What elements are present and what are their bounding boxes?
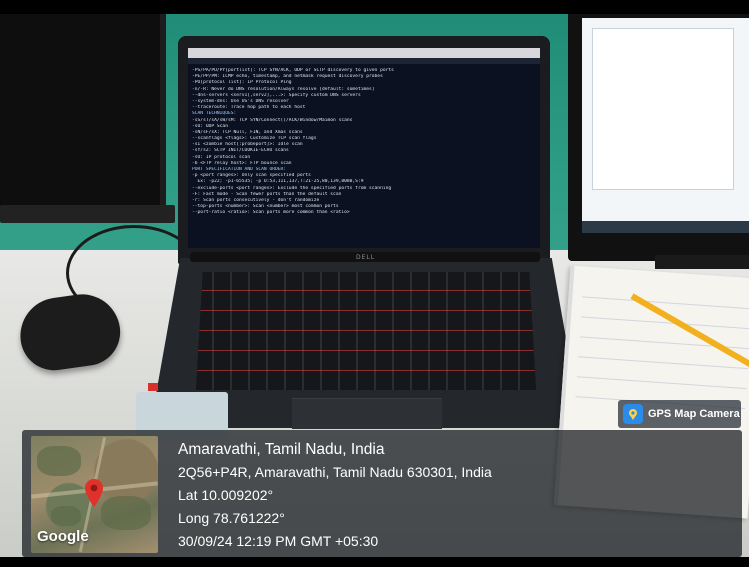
terminal-title-bar — [188, 48, 540, 58]
terminal-output: -PS/PA/PU/PY[portlist]: TCP SYN/ACK, UDP… — [192, 68, 536, 217]
app-badge-label: GPS Map Camera — [648, 408, 740, 420]
location-details: Amaravathi, Tamil Nadu, India 2Q56+P4R, … — [178, 438, 492, 553]
datetime: 30/09/24 12:19 PM GMT +05:30 — [178, 533, 379, 549]
location-title: Amaravathi, Tamil Nadu, India — [178, 441, 385, 458]
left-monitor-stand — [0, 205, 175, 223]
satellite-map-thumbnail: Google — [31, 436, 158, 553]
latitude: Lat 10.009202° — [178, 487, 274, 503]
google-logo: Google — [37, 528, 89, 545]
photo-frame: -PS/PA/PU/PY[portlist]: TCP SYN/ACK, UDP… — [0, 0, 749, 567]
location-pin-icon — [85, 479, 103, 507]
terminal-line: --port-ratio <ratio>: Scan ports more co… — [192, 210, 350, 216]
bottom-border — [0, 557, 749, 567]
right-monitor-screen — [582, 18, 749, 233]
laptop-keyboard — [196, 272, 536, 390]
laptop-screen: -PS/PA/PU/PY[portlist]: TCP SYN/ACK, UDP… — [188, 48, 540, 248]
longitude: Long 78.761222° — [178, 510, 285, 526]
terminal-tab-bar — [188, 58, 540, 64]
location-info-panel: Google Amaravathi, Tamil Nadu, India 2Q5… — [22, 430, 742, 557]
right-monitor-stand — [655, 255, 749, 269]
left-monitor — [0, 0, 166, 215]
laptop-touchpad — [292, 398, 442, 429]
location-address: 2Q56+P4R, Amaravathi, Tamil Nadu 630301,… — [178, 464, 492, 480]
laptop-red-sticker — [148, 383, 158, 391]
top-border — [0, 0, 749, 14]
gps-map-camera-badge: GPS Map Camera — [618, 400, 741, 428]
right-monitor-taskbar — [582, 221, 749, 233]
laptop-brand-logo: DELL — [356, 254, 376, 261]
map-pin-icon — [623, 404, 643, 424]
right-monitor-window — [592, 28, 734, 190]
